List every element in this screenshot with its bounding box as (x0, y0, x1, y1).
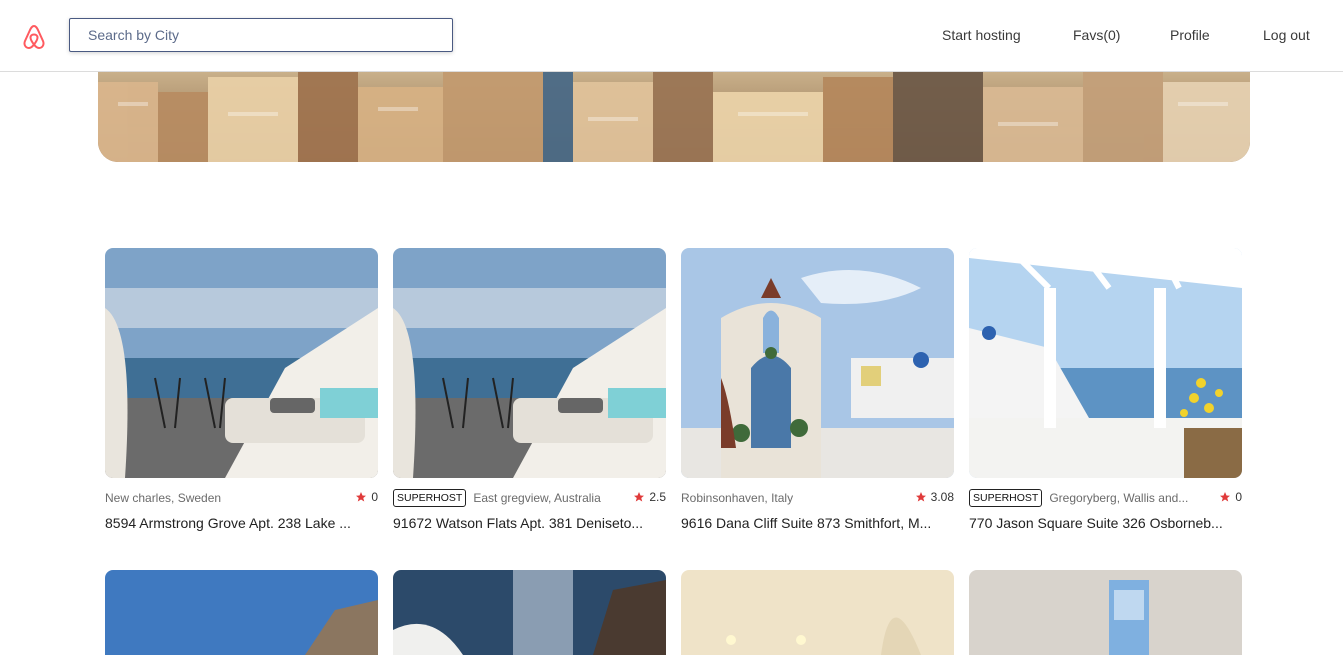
star-icon (915, 492, 926, 502)
listing-location: East gregview, Australia (473, 491, 601, 505)
rating-value: 3.08 (930, 490, 954, 504)
listing-photo[interactable] (681, 570, 954, 655)
listing-photo[interactable] (681, 248, 954, 478)
listing-card[interactable]: Robinsonhaven, Italy 3.08 9616 Dana Clif… (681, 248, 954, 531)
listing-location: Gregoryberg, Wallis and... (1049, 491, 1189, 505)
listing-photo[interactable] (105, 248, 378, 478)
listing-card[interactable]: SUPERHOST Gregoryberg, Wallis and... 0 7… (969, 248, 1242, 531)
listing-address[interactable]: 91672 Watson Flats Apt. 381 Deniseto... (393, 515, 655, 531)
listing-meta: SUPERHOST Gregoryberg, Wallis and... 0 (969, 488, 1242, 508)
listing-card[interactable]: New charles, Sweden 0 8594 Armstrong Gro… (105, 248, 378, 531)
listing-location: Robinsonhaven, Italy (681, 491, 794, 505)
listing-address[interactable]: 9616 Dana Cliff Suite 873 Smithfort, M..… (681, 515, 943, 531)
rating-value: 0 (371, 490, 378, 504)
listing-photo[interactable] (969, 570, 1242, 655)
rating-value: 0 (1235, 490, 1242, 504)
listing-address[interactable]: 8594 Armstrong Grove Apt. 238 Lake ... (105, 515, 367, 531)
listing-photo[interactable] (105, 570, 378, 655)
listing-rating: 2.5 (633, 490, 666, 504)
listing-photo[interactable] (393, 570, 666, 655)
listing-rating: 0 (355, 490, 378, 504)
favs-link[interactable]: Favs(0) (1073, 27, 1120, 43)
profile-link[interactable]: Profile (1170, 27, 1210, 43)
star-icon (1220, 492, 1231, 502)
hero-banner-image (98, 72, 1250, 162)
listing-meta: Robinsonhaven, Italy 3.08 (681, 488, 954, 508)
star-icon (634, 492, 645, 502)
listing-rating: 3.08 (915, 490, 954, 504)
listing-meta: New charles, Sweden 0 (105, 488, 378, 508)
superhost-badge: SUPERHOST (969, 489, 1043, 507)
search-input[interactable] (70, 19, 452, 51)
star-icon (356, 492, 367, 502)
search-box (69, 18, 453, 52)
listing-meta: SUPERHOST East gregview, Australia 2.5 (393, 488, 666, 508)
rating-value: 2.5 (649, 490, 666, 504)
listing-photo[interactable] (969, 248, 1242, 478)
listing-location: New charles, Sweden (105, 491, 222, 505)
top-navbar: Start hosting Favs(0) Profile Log out (0, 0, 1343, 72)
listing-address[interactable]: 770 Jason Square Suite 326 Osborneb... (969, 515, 1231, 531)
start-hosting-link[interactable]: Start hosting (942, 27, 1021, 43)
logout-link[interactable]: Log out (1263, 27, 1310, 43)
listing-card[interactable]: SUPERHOST East gregview, Australia 2.5 9… (393, 248, 666, 531)
superhost-badge: SUPERHOST (393, 489, 467, 507)
listing-photo[interactable] (393, 248, 666, 478)
listing-rating: 0 (1219, 490, 1242, 504)
airbnb-logo-icon[interactable] (22, 24, 46, 50)
